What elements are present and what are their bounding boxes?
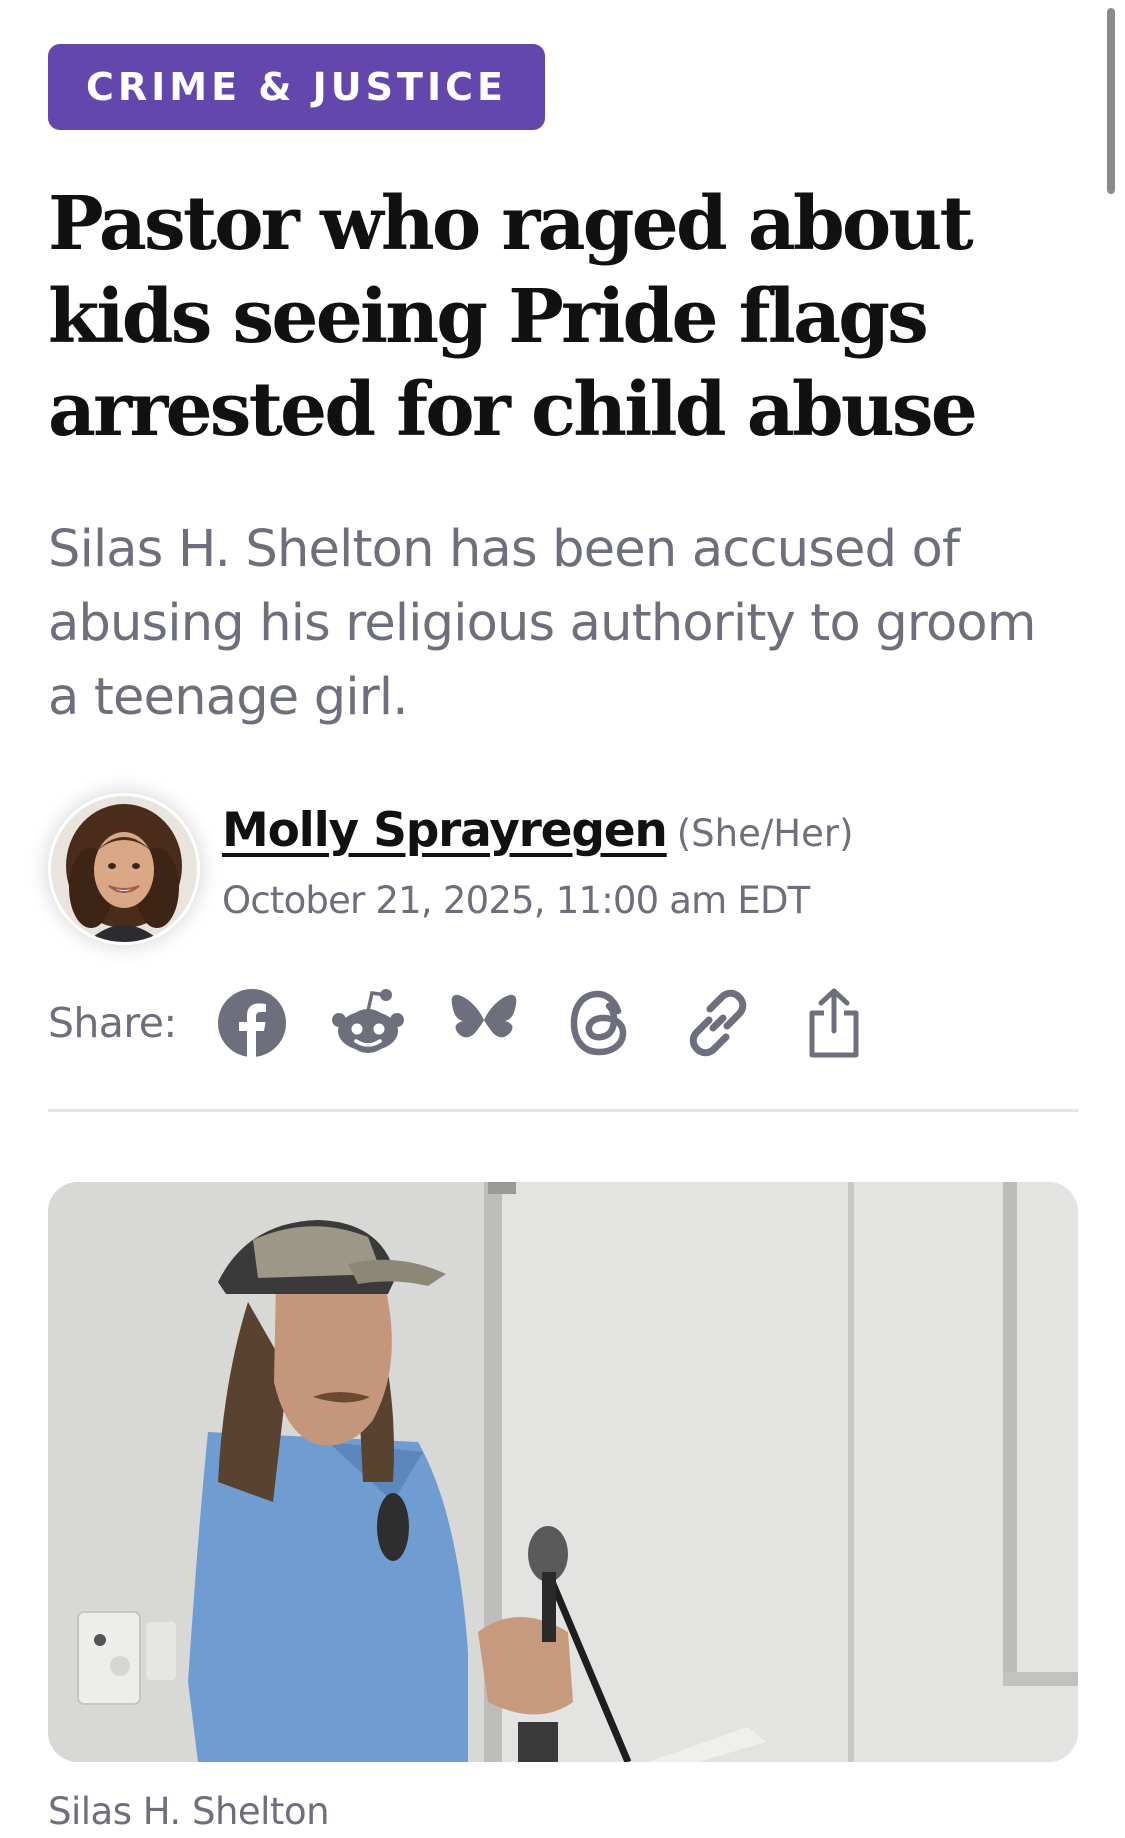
link-icon[interactable] (678, 983, 758, 1063)
divider (48, 1109, 1078, 1112)
threads-icon[interactable] (560, 983, 640, 1063)
bluesky-icon[interactable] (444, 983, 524, 1063)
author-avatar[interactable] (48, 793, 200, 945)
share-label: Share: (48, 999, 177, 1047)
author-portrait (51, 796, 197, 942)
author-name-link[interactable]: Molly Sprayregen (222, 803, 668, 858)
hero-photo (48, 1182, 1078, 1762)
article-dek: Silas H. Shelton has been accused of abu… (48, 520, 1036, 727)
article: CRIME & JUSTICE Pastor who raged about k… (48, 44, 1078, 1833)
article-hero-image[interactable] (48, 1182, 1078, 1762)
share-row: Share: (48, 969, 1078, 1079)
facebook-icon[interactable] (212, 983, 292, 1063)
image-caption: Silas H. Shelton (48, 1790, 330, 1833)
share-icon[interactable] (794, 983, 874, 1063)
category-badge[interactable]: CRIME & JUSTICE (48, 44, 545, 130)
author-pronouns: (She/Her) (676, 812, 854, 855)
author-line: Molly Sprayregen (She/Her) (222, 803, 854, 858)
publish-date: October 21, 2025, 11:00 am EDT (222, 879, 810, 922)
reddit-icon[interactable] (328, 983, 408, 1063)
scrollbar[interactable] (1107, 8, 1115, 194)
article-headline: Pastor who raged about kids seeing Pride… (48, 181, 978, 453)
byline: Molly Sprayregen (She/Her) October 21, 20… (48, 793, 1078, 945)
